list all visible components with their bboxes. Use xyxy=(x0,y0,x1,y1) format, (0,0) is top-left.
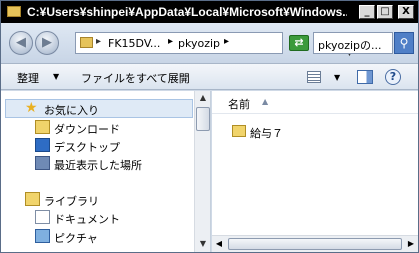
pictures-icon xyxy=(35,229,50,243)
view-options-icon[interactable] xyxy=(307,71,321,83)
documents-icon xyxy=(35,210,50,224)
downloads-icon xyxy=(35,120,50,134)
scrollbar-thumb[interactable] xyxy=(196,107,210,131)
file-name: 給与７ xyxy=(250,127,283,140)
horizontal-scrollbar[interactable]: ◀ ▶ xyxy=(212,235,418,252)
close-button[interactable]: X xyxy=(398,5,414,19)
maximize-button[interactable]: □ xyxy=(377,5,393,19)
nav-item-label: ピクチャ xyxy=(54,232,98,245)
search-input[interactable]: pkyozipの... xyxy=(313,32,393,54)
minimize-button[interactable]: _ xyxy=(359,5,375,19)
help-icon[interactable]: ? xyxy=(385,69,401,85)
refresh-button[interactable]: ⇄ xyxy=(289,35,309,51)
organize-button[interactable]: 整理 xyxy=(17,70,39,86)
search-icon[interactable]: ⚲ xyxy=(394,32,414,54)
nav-item-label: ダウンロード xyxy=(54,123,120,136)
breadcrumb-separator-icon[interactable]: ▸ xyxy=(224,36,229,47)
star-icon: ★ xyxy=(25,100,38,116)
address-row: ◀ ▶ ▸ FK15DV... ▸ pkyozip ▸ ▼ ⇄ pkyozipの… xyxy=(1,23,418,63)
recent-places-icon xyxy=(35,156,50,170)
breadcrumb-separator-icon[interactable]: ▸ xyxy=(168,36,173,47)
nav-item-label: お気に入り xyxy=(44,104,99,117)
scroll-right-icon[interactable]: ▶ xyxy=(404,236,418,252)
preview-pane-icon[interactable] xyxy=(357,70,373,84)
nav-item-label: ドキュメント xyxy=(54,213,120,226)
folder-icon xyxy=(232,125,246,137)
nav-item-label: 最近表示した場所 xyxy=(54,159,142,172)
address-bar[interactable]: ▸ FK15DV... ▸ pkyozip ▸ ▼ xyxy=(75,32,353,58)
scrollbar-thumb[interactable] xyxy=(228,238,402,250)
file-list-pane: 名前 ▲ 給与７ xyxy=(212,91,418,252)
navigation-scrollbar[interactable]: ▲ ▼ xyxy=(194,91,210,252)
breadcrumb-segment-1[interactable]: FK15DV... xyxy=(108,37,160,50)
back-button[interactable]: ◀ xyxy=(9,31,33,55)
explorer-window: C:¥Users¥shinpei¥AppData¥Local¥Microsoft… xyxy=(0,0,419,253)
breadcrumb-separator-icon[interactable]: ▸ xyxy=(96,36,101,47)
nav-item-label: ライブラリ xyxy=(44,195,99,208)
column-header-name[interactable]: 名前 xyxy=(228,96,250,112)
navigation-pane: ★ お気に入り ダウンロード デスクトップ 最近表示した場所 ライブラリ ドキュ… xyxy=(1,91,211,252)
scroll-up-icon[interactable]: ▲ xyxy=(195,91,211,105)
header-divider xyxy=(212,113,418,114)
scroll-down-icon[interactable]: ▼ xyxy=(195,237,211,251)
sort-ascending-icon: ▲ xyxy=(262,97,269,106)
libraries-icon xyxy=(25,192,40,206)
chevron-down-icon[interactable]: ▼ xyxy=(334,73,340,82)
breadcrumb-segment-2[interactable]: pkyozip xyxy=(178,37,220,50)
folder-icon xyxy=(80,37,93,48)
chevron-down-icon[interactable]: ▼ xyxy=(53,72,59,81)
folder-icon xyxy=(7,6,21,17)
scroll-left-icon[interactable]: ◀ xyxy=(212,236,226,252)
extract-all-button[interactable]: ファイルをすべて展開 xyxy=(81,70,190,86)
forward-button[interactable]: ▶ xyxy=(35,31,59,55)
desktop-icon xyxy=(35,138,50,152)
command-bar: 整理 ▼ ファイルをすべて展開 ▼ ? xyxy=(1,63,418,90)
window-title: C:¥Users¥shinpei¥AppData¥Local¥Microsoft… xyxy=(27,5,347,19)
title-bar: C:¥Users¥shinpei¥AppData¥Local¥Microsoft… xyxy=(1,1,418,23)
nav-item-label: デスクトップ xyxy=(54,141,120,154)
